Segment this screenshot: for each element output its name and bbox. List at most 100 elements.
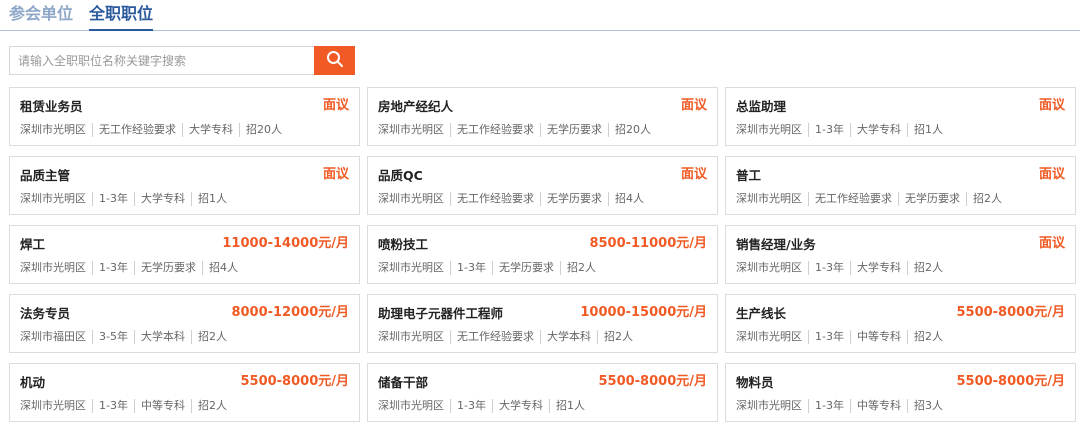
job-card[interactable]: 总监助理 面议 深圳市光明区 1-3年 大学专科 招1人: [725, 87, 1076, 146]
job-salary: 面议: [322, 167, 349, 182]
job-meta: 深圳市光明区 1-3年 中等专科 招2人: [20, 399, 233, 413]
job-location: 深圳市光明区: [736, 261, 802, 274]
job-education: 大学专科: [182, 123, 239, 137]
job-meta: 深圳市光明区 1-3年 中等专科 招3人: [736, 399, 949, 413]
tab-bar: 参会单位 全职职位: [0, 0, 1080, 31]
search-button[interactable]: [314, 46, 355, 75]
job-card[interactable]: 焊工 11000-14000元/月 深圳市光明区 1-3年 无学历要求 招4人: [9, 225, 360, 284]
job-card[interactable]: 物料员 5500-8000元/月 深圳市光明区 1-3年 中等专科 招3人: [725, 363, 1076, 422]
job-title[interactable]: 品质主管: [20, 168, 70, 184]
job-card[interactable]: 品质主管 面议 深圳市光明区 1-3年 大学专科 招1人: [9, 156, 360, 215]
job-education: 大学本科: [133, 330, 191, 344]
job-experience: 无工作经验要求: [450, 123, 540, 137]
job-title[interactable]: 法务专员: [20, 306, 70, 322]
job-headcount: 招20人: [239, 123, 288, 137]
job-title[interactable]: 品质QC: [378, 168, 423, 184]
job-card[interactable]: 储备干部 5500-8000元/月 深圳市光明区 1-3年 大学专科 招1人: [367, 363, 718, 422]
job-location: 深圳市光明区: [20, 399, 86, 412]
job-location: 深圳市光明区: [736, 399, 802, 412]
job-education: 中等专科: [849, 330, 907, 344]
job-card[interactable]: 法务专员 8000-12000元/月 深圳市福田区 3-5年 大学本科 招2人: [9, 294, 360, 353]
job-salary: 面议: [1038, 167, 1065, 182]
job-salary: 5500-8000元/月: [598, 374, 707, 389]
job-experience: 1-3年: [808, 399, 850, 413]
job-card[interactable]: 机动 5500-8000元/月 深圳市光明区 1-3年 中等专科 招2人: [9, 363, 360, 422]
job-title[interactable]: 焊工: [20, 237, 45, 253]
job-location: 深圳市光明区: [20, 261, 86, 274]
job-title[interactable]: 储备干部: [378, 375, 428, 391]
job-card[interactable]: 品质QC 面议 深圳市光明区 无工作经验要求 无学历要求 招4人: [367, 156, 718, 215]
job-education: 无学历要求: [540, 123, 608, 137]
job-list: 租赁业务员 面议 深圳市光明区 无工作经验要求 大学专科 招20人 房地产经纪人…: [9, 87, 1077, 422]
job-card[interactable]: 普工 面议 深圳市光明区 无工作经验要求 无学历要求 招2人: [725, 156, 1076, 215]
job-meta: 深圳市光明区 无工作经验要求 无学历要求 招2人: [736, 192, 1008, 206]
job-headcount: 招20人: [608, 123, 657, 137]
job-salary: 面议: [1038, 98, 1065, 113]
job-card[interactable]: 租赁业务员 面议 深圳市光明区 无工作经验要求 大学专科 招20人: [9, 87, 360, 146]
job-title[interactable]: 普工: [736, 168, 761, 184]
job-title[interactable]: 喷粉技工: [378, 237, 428, 253]
tab-participating-units[interactable]: 参会单位: [9, 4, 73, 24]
job-meta: 深圳市光明区 1-3年 中等专科 招2人: [736, 330, 949, 344]
job-headcount: 招2人: [597, 330, 639, 344]
job-meta: 深圳市光明区 无工作经验要求 无学历要求 招20人: [378, 123, 657, 137]
job-salary: 11000-14000元/月: [222, 236, 349, 251]
job-education: 无学历要求: [491, 261, 560, 275]
job-meta: 深圳市光明区 1-3年 大学专科 招2人: [736, 261, 949, 275]
tab-full-time-jobs[interactable]: 全职职位: [89, 4, 154, 31]
job-experience: 1-3年: [92, 261, 134, 275]
job-location: 深圳市光明区: [736, 123, 802, 136]
job-salary: 5500-8000元/月: [956, 305, 1065, 320]
job-headcount: 招2人: [966, 192, 1008, 206]
job-headcount: 招4人: [608, 192, 650, 206]
job-education: 无学历要求: [540, 192, 608, 206]
job-title[interactable]: 生产线长: [736, 306, 786, 322]
job-education: 中等专科: [849, 399, 907, 413]
job-card[interactable]: 喷粉技工 8500-11000元/月 深圳市光明区 1-3年 无学历要求 招2人: [367, 225, 718, 284]
job-education: 大学专科: [849, 123, 907, 137]
job-headcount: 招2人: [190, 399, 233, 413]
job-salary: 面议: [322, 98, 349, 113]
job-education: 中等专科: [133, 399, 191, 413]
job-title[interactable]: 销售经理/业务: [736, 237, 816, 253]
job-salary: 5500-8000元/月: [956, 374, 1065, 389]
job-meta: 深圳市福田区 3-5年 大学本科 招2人: [20, 330, 233, 344]
job-location: 深圳市光明区: [378, 123, 444, 136]
job-location: 深圳市光明区: [736, 330, 802, 343]
job-title[interactable]: 总监助理: [736, 99, 786, 115]
job-title[interactable]: 助理电子元器件工程师: [378, 306, 503, 322]
job-education: 大学专科: [849, 261, 907, 275]
job-meta: 深圳市光明区 1-3年 大学专科 招1人: [378, 399, 591, 413]
job-headcount: 招1人: [548, 399, 591, 413]
job-card[interactable]: 助理电子元器件工程师 10000-15000元/月 深圳市光明区 无工作经验要求…: [367, 294, 718, 353]
job-salary: 8000-12000元/月: [231, 305, 349, 320]
job-headcount: 招2人: [559, 261, 602, 275]
job-card[interactable]: 房地产经纪人 面议 深圳市光明区 无工作经验要求 无学历要求 招20人: [367, 87, 718, 146]
job-meta: 深圳市光明区 1-3年 无学历要求 招2人: [378, 261, 602, 275]
job-experience: 1-3年: [808, 330, 850, 344]
job-experience: 1-3年: [808, 123, 850, 137]
job-title[interactable]: 房地产经纪人: [378, 99, 453, 115]
job-salary: 面议: [680, 98, 707, 113]
job-salary: 面议: [680, 167, 707, 182]
job-experience: 无工作经验要求: [808, 192, 898, 206]
job-title[interactable]: 物料员: [736, 375, 774, 391]
job-education: 无学历要求: [898, 192, 966, 206]
job-salary: 5500-8000元/月: [240, 374, 349, 389]
job-card[interactable]: 生产线长 5500-8000元/月 深圳市光明区 1-3年 中等专科 招2人: [725, 294, 1076, 353]
job-title[interactable]: 机动: [20, 375, 45, 391]
job-title[interactable]: 租赁业务员: [20, 99, 83, 115]
job-card[interactable]: 销售经理/业务 面议 深圳市光明区 1-3年 大学专科 招2人: [725, 225, 1076, 284]
search-input[interactable]: [9, 46, 315, 75]
job-education: 无学历要求: [133, 261, 202, 275]
job-location: 深圳市光明区: [736, 192, 802, 205]
job-experience: 无工作经验要求: [92, 123, 182, 137]
job-experience: 无工作经验要求: [450, 192, 540, 206]
job-headcount: 招2人: [190, 330, 233, 344]
job-experience: 3-5年: [92, 330, 134, 344]
job-experience: 1-3年: [92, 399, 134, 413]
job-meta: 深圳市光明区 无工作经验要求 大学本科 招2人: [378, 330, 639, 344]
job-experience: 1-3年: [808, 261, 850, 275]
search-bar: [9, 46, 355, 75]
job-location: 深圳市福田区: [20, 330, 86, 343]
